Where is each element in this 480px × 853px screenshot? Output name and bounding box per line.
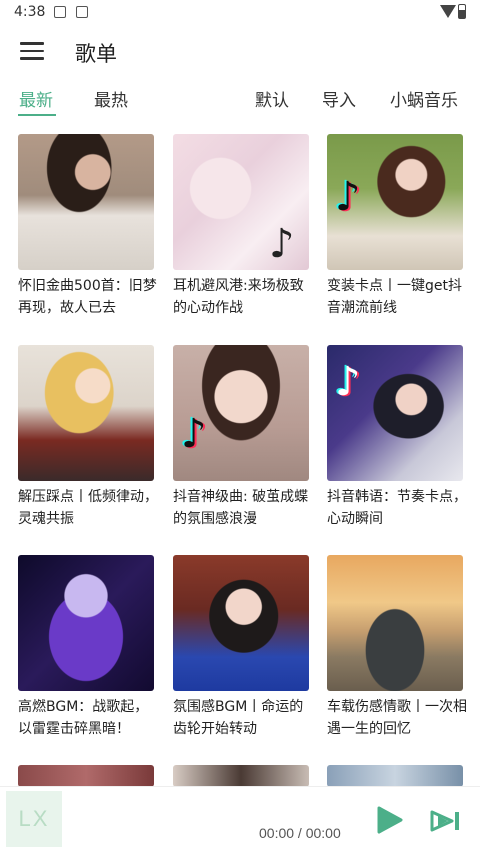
page-title: 歌单 (75, 42, 117, 66)
status-time: 4:38 (14, 4, 46, 20)
tiktok-logo-icon: ♪ (269, 221, 295, 267)
status-bar: 4:38 (0, 0, 480, 26)
playlist-title: 耳机避风港:来场极致的心动作战 (173, 278, 304, 316)
playlist-title: 变装卡点丨一键get抖音潮流前线 (327, 278, 462, 316)
playlist-cover (18, 765, 154, 787)
playlist-cover (18, 134, 154, 270)
playlist-title: 车载伤感情歌丨一次相遇一生的回忆 (327, 699, 467, 737)
import-button[interactable]: 导入 (322, 86, 356, 111)
playlist-cover (18, 345, 154, 481)
wifi-icon (440, 5, 456, 18)
playlist-cover (327, 555, 463, 691)
menu-icon[interactable] (20, 42, 44, 60)
playlist-card[interactable]: ♪ ♪ ♪ 抖音韩语：节奏卡点，心动瞬间 (327, 345, 467, 530)
playlist-cover (327, 765, 463, 787)
playlist-cover (173, 555, 309, 691)
battery-icon (458, 4, 466, 19)
playlist-card[interactable]: 车载伤感情歌丨一次相遇一生的回忆 (327, 555, 467, 740)
sort-tabs: 最新 最热 默认 导入 小蜗音乐 (0, 84, 480, 118)
tab-newest[interactable]: 最新 (19, 86, 53, 111)
playlist-cover: ♪ ♪ ♪ (327, 134, 463, 270)
playlist-card[interactable]: 怀旧金曲500首：旧梦再现，故人已去 (18, 134, 157, 319)
playlist-card[interactable]: ♪ 耳机避风港:来场极致的心动作战 (173, 134, 309, 319)
playlist-card[interactable] (173, 765, 309, 787)
source-default-button[interactable]: 默认 (255, 86, 289, 111)
playlist-cover: ♪ ♪ ♪ (327, 345, 463, 481)
source-xiaowo-music-button[interactable]: 小蜗音乐 (390, 86, 458, 111)
playlist-cover (18, 555, 154, 691)
play-button[interactable] (374, 805, 404, 835)
playlist-card[interactable]: 氛围感BGM丨命运的齿轮开始转动 (173, 555, 309, 740)
app-notification-icon (76, 6, 88, 18)
playlist-cover (173, 765, 309, 787)
playback-time: 00:00 / 00:00 (259, 825, 341, 841)
playlist-card[interactable]: 解压踩点丨低频律动，灵魂共振 (18, 345, 158, 530)
playlist-card[interactable]: ♪ ♪ ♪ 抖音神级曲: 破茧成蝶的氛围感浪漫 (173, 345, 309, 530)
playlist-card[interactable]: ♪ ♪ ♪ 变装卡点丨一键get抖音潮流前线 (327, 134, 463, 319)
skip-next-icon (430, 810, 459, 832)
playlist-card[interactable]: 高燃BGM：战歌起，以雷霆击碎黑暗！ (18, 555, 154, 740)
next-track-button[interactable] (430, 809, 462, 833)
playlist-title: 怀旧金曲500首：旧梦再现，故人已去 (18, 278, 157, 316)
tiktok-logo-icon: ♪ ♪ ♪ (179, 410, 209, 458)
player-cover-logo[interactable]: LX (6, 791, 62, 847)
playlist-title: 抖音韩语：节奏卡点，心动瞬间 (327, 489, 467, 527)
playlist-cover: ♪ (173, 134, 309, 270)
tiktok-logo-icon: ♪ ♪ ♪ (333, 358, 363, 406)
image-notification-icon (54, 6, 66, 18)
playlist-cover: ♪ ♪ ♪ (173, 345, 309, 481)
active-tab-underline (18, 114, 56, 116)
playlist-card[interactable] (327, 765, 463, 787)
playlist-card[interactable] (18, 765, 154, 787)
app-header: 歌单 (0, 26, 480, 78)
playlist-title: 抖音神级曲: 破茧成蝶的氛围感浪漫 (173, 489, 309, 527)
playlist-title: 解压踩点丨低频律动，灵魂共振 (18, 489, 158, 527)
tiktok-logo-icon: ♪ ♪ ♪ (333, 173, 363, 221)
tab-hottest[interactable]: 最热 (94, 86, 128, 111)
play-icon (377, 806, 403, 834)
player-bar: LX 00:00 / 00:00 (0, 786, 480, 853)
playlist-title: 高燃BGM：战歌起，以雷霆击碎黑暗！ (18, 699, 149, 737)
playlist-title: 氛围感BGM丨命运的齿轮开始转动 (173, 699, 304, 737)
